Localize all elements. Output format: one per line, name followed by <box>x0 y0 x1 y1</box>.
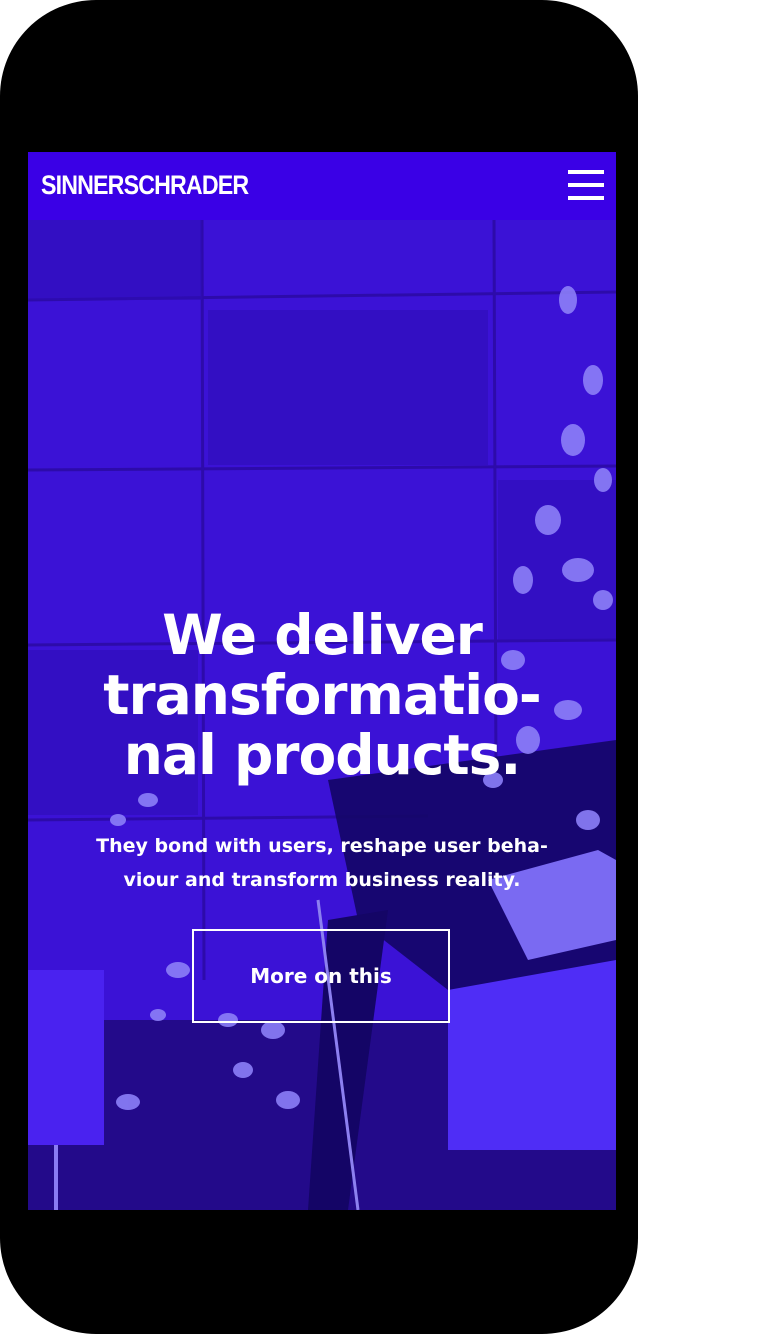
logo[interactable]: SINNERSCHRADER <box>41 168 249 202</box>
hero-title-line: transformatio- <box>103 663 541 727</box>
site-header: SINNERSCHRADER <box>28 152 616 220</box>
phone-frame: SINNERSCHRADER We deliver transformatio-… <box>0 0 638 1334</box>
hamburger-menu-icon[interactable] <box>568 168 604 202</box>
screen: SINNERSCHRADER We deliver transformatio-… <box>28 152 616 1210</box>
hero-title-line: nal products. <box>123 723 522 787</box>
hero-subtitle-line: They bond with users, reshape user beha- <box>96 835 548 857</box>
hero-subtitle-line: viour and transform business reality. <box>123 869 521 891</box>
hero-section: We deliver transformatio- nal products. … <box>28 220 616 1210</box>
hero-subtitle: They bond with users, reshape user beha-… <box>28 829 616 897</box>
more-on-this-button[interactable]: More on this <box>192 929 450 1023</box>
hero-title-line: We deliver <box>162 603 483 667</box>
hero-title: We deliver transformatio- nal products. <box>28 605 616 785</box>
